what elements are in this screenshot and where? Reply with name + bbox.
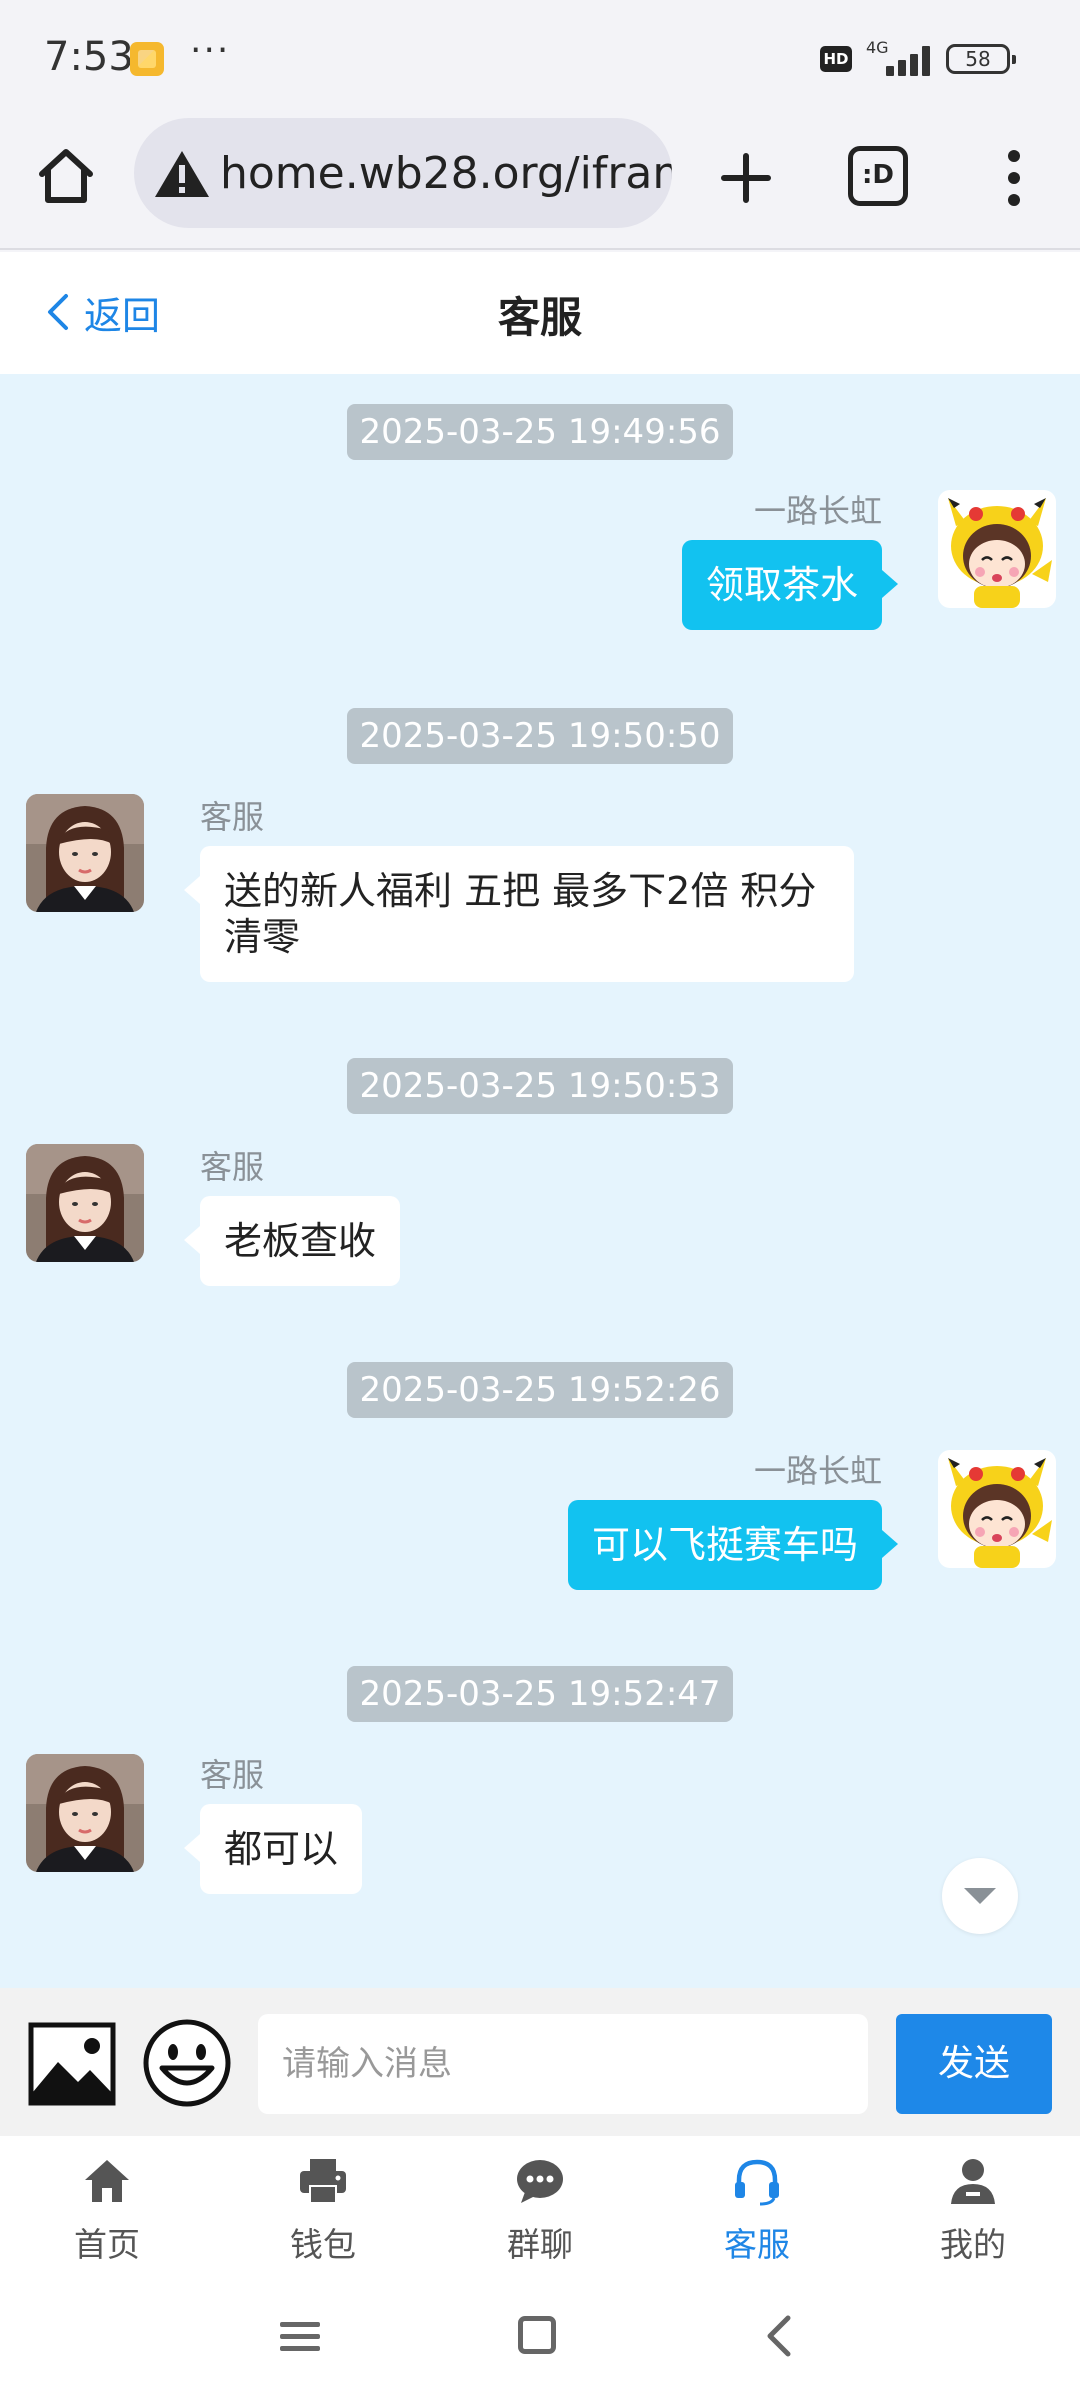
message-timestamp: 2025-03-25 19:52:26 bbox=[0, 1362, 1080, 1418]
sender-name: 客服 bbox=[200, 1756, 265, 1794]
message-input[interactable] bbox=[258, 2014, 868, 2114]
chat-area[interactable]: 2025-03-25 19:49:56 一路长虹 领取茶水 2025-03-25… bbox=[0, 374, 1080, 1988]
sender-name: 客服 bbox=[200, 1148, 265, 1186]
nav-item-profile[interactable]: 我的 bbox=[893, 2150, 1053, 2270]
nav-label: 首页 bbox=[74, 2225, 140, 2264]
signal-icon bbox=[864, 42, 930, 76]
user-icon bbox=[951, 2159, 995, 2204]
nav-label: 客服 bbox=[724, 2225, 790, 2264]
scroll-to-bottom-button[interactable] bbox=[942, 1858, 1018, 1934]
message-timestamp: 2025-03-25 19:50:50 bbox=[0, 708, 1080, 764]
system-back-icon[interactable] bbox=[758, 2312, 798, 2360]
message-timestamp: 2025-03-25 19:49:56 bbox=[0, 404, 1080, 460]
chat-bubble-icon bbox=[517, 2160, 563, 2203]
bottom-navigation: 首页 钱包 群聊 客服 我的 bbox=[0, 2136, 1080, 2280]
home-icon[interactable] bbox=[30, 140, 102, 212]
nav-label: 钱包 bbox=[290, 2225, 356, 2264]
support-avatar[interactable] bbox=[26, 794, 144, 912]
notification-icon bbox=[130, 42, 164, 76]
headset-icon bbox=[735, 2159, 779, 2206]
recent-apps-icon[interactable] bbox=[280, 2316, 320, 2356]
battery-icon: 58 bbox=[946, 44, 1016, 74]
address-bar[interactable]: home.wb28.org/iframe bbox=[134, 118, 672, 228]
nav-item-home[interactable]: 首页 bbox=[27, 2150, 187, 2270]
support-avatar[interactable] bbox=[26, 1144, 144, 1262]
browser-toolbar: home.wb28.org/iframe :D bbox=[0, 118, 1080, 250]
warning-icon bbox=[155, 151, 209, 197]
url-text: home.wb28.org/iframe bbox=[220, 148, 672, 199]
send-button[interactable]: 发送 bbox=[896, 2014, 1052, 2114]
tab-switcher-button[interactable]: :D bbox=[848, 146, 908, 206]
more-notifications-icon: ··· bbox=[190, 30, 231, 71]
nav-item-wallet[interactable]: 钱包 bbox=[243, 2150, 403, 2270]
page-title: 客服 bbox=[497, 293, 582, 342]
image-icon[interactable] bbox=[28, 2022, 116, 2106]
sender-name: 客服 bbox=[200, 798, 265, 836]
system-home-icon[interactable] bbox=[518, 2316, 556, 2354]
emoji-icon[interactable] bbox=[142, 2018, 232, 2108]
nav-label: 我的 bbox=[940, 2225, 1006, 2264]
message-bubble[interactable]: 老板查收 bbox=[183, 1196, 401, 1286]
sender-name: 一路长虹 bbox=[753, 492, 882, 530]
status-time: 7:53 bbox=[44, 34, 134, 80]
message-bubble[interactable]: 送的新人福利 五把 最多下2倍 积分清零 bbox=[184, 846, 854, 982]
hd-badge: HD bbox=[820, 46, 852, 72]
message-bubble[interactable]: 可以飞挺赛车吗 bbox=[567, 1500, 899, 1590]
sender-name: 一路长虹 bbox=[753, 1452, 882, 1490]
battery-level: 58 bbox=[965, 47, 991, 71]
app-header: 返回 客服 bbox=[0, 252, 1080, 374]
message-timestamp: 2025-03-25 19:50:53 bbox=[0, 1058, 1080, 1114]
message-input-bar: 发送 bbox=[0, 1988, 1080, 2136]
user-avatar[interactable] bbox=[938, 1450, 1056, 1568]
new-tab-icon[interactable] bbox=[710, 142, 782, 214]
home-icon bbox=[85, 2160, 129, 2202]
message-bubble[interactable]: 领取茶水 bbox=[681, 540, 899, 630]
message-bubble[interactable]: 都可以 bbox=[183, 1804, 363, 1894]
user-avatar[interactable] bbox=[938, 490, 1056, 608]
nav-item-group-chat[interactable]: 群聊 bbox=[460, 2150, 620, 2270]
overflow-menu-icon[interactable] bbox=[990, 142, 1038, 214]
nav-item-customer-service[interactable]: 客服 bbox=[677, 2150, 837, 2270]
support-avatar[interactable] bbox=[26, 1754, 144, 1872]
status-bar: 7:53 ··· HD 4G 58 bbox=[0, 0, 1080, 118]
nav-label: 群聊 bbox=[507, 2225, 573, 2264]
system-navigation-bar bbox=[0, 2280, 1080, 2400]
printer-icon bbox=[300, 2159, 346, 2204]
message-timestamp: 2025-03-25 19:52:47 bbox=[0, 1666, 1080, 1722]
